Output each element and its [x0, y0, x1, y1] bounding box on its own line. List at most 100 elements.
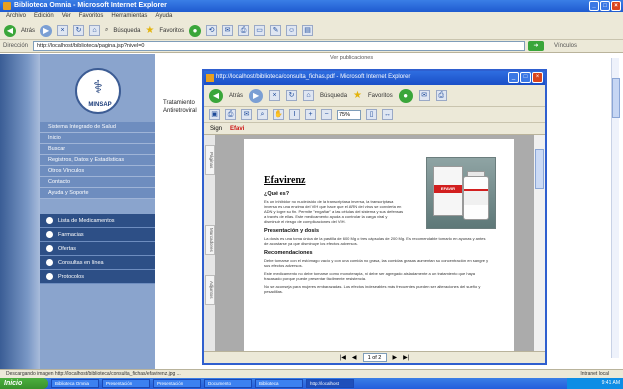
sidebar-item[interactable]: Protocolos	[40, 270, 155, 284]
favorites-star-icon[interactable]: ★	[353, 90, 362, 101]
zoom-out-icon[interactable]: −	[321, 109, 332, 120]
sidebar-link[interactable]: Otros Vínculos	[40, 166, 155, 177]
search-label[interactable]: Búsqueda	[113, 28, 140, 34]
fit-width-icon[interactable]: ↔	[382, 109, 393, 120]
fit-page-icon[interactable]: ▯	[366, 109, 377, 120]
back-label[interactable]: Atrás	[21, 28, 35, 34]
popup-maximize-button[interactable]: □	[520, 72, 531, 83]
back-label[interactable]: Atrás	[229, 93, 243, 99]
taskbar: Inicio Biblioteca Omnia Presentación Pre…	[0, 378, 623, 389]
first-page-icon[interactable]: |◀	[340, 354, 346, 361]
last-page-icon[interactable]: ▶|	[403, 354, 409, 361]
popup-close-button[interactable]: ×	[532, 72, 543, 83]
popup-toolbar: ◀ Atrás ▶ × ↻ ⌂ Búsqueda ★ Favoritos ● ✉…	[204, 85, 545, 107]
next-page-icon[interactable]: ▶	[393, 354, 398, 361]
hand-tool-icon[interactable]: ✋	[273, 109, 284, 120]
taskbar-item[interactable]: Biblioteca Omnia	[51, 379, 99, 388]
sidebar-item[interactable]: Ofertas	[40, 242, 155, 256]
minimize-button[interactable]: _	[589, 1, 599, 11]
status-bar: Descargando imagen http://localhost/bibl…	[0, 369, 623, 378]
print-icon[interactable]: ⎙	[225, 109, 236, 120]
taskbar-item[interactable]: http://localhost	[306, 379, 354, 388]
search-icon[interactable]: ⌕	[257, 109, 268, 120]
menu-item-tools[interactable]: Herramientas	[111, 13, 147, 22]
sidebar-link[interactable]: Contacto	[40, 177, 155, 188]
history-icon[interactable]: ⟲	[206, 25, 218, 36]
print-icon[interactable]: ⎙	[238, 25, 250, 36]
taskbar-item[interactable]: Biblioteca	[255, 379, 303, 388]
refresh-icon[interactable]: ↻	[286, 90, 298, 101]
taskbar-item[interactable]: Presentación	[153, 379, 201, 388]
page-scrollbar[interactable]	[611, 58, 620, 358]
page-indicator[interactable]: 1 of 2	[362, 353, 387, 362]
tab-pages[interactable]: Páginas	[205, 145, 215, 175]
popup-minimize-button[interactable]: _	[508, 72, 519, 83]
bullet-icon	[46, 259, 53, 266]
pdf-scrollbar[interactable]	[533, 135, 545, 351]
sidebar-item[interactable]: Consultas en línea	[40, 256, 155, 270]
bullet-icon	[46, 245, 53, 252]
zoom-in-icon[interactable]: +	[305, 109, 316, 120]
maximize-button[interactable]: □	[600, 1, 610, 11]
folder-icon[interactable]: ▭	[254, 25, 266, 36]
sidebar-link[interactable]: Buscar	[40, 144, 155, 155]
sidebar-item[interactable]: Farmacias	[40, 228, 155, 242]
scrollbar-thumb[interactable]	[612, 78, 620, 118]
sign-button[interactable]: Sign	[210, 126, 222, 132]
back-arrow-icon[interactable]: ◀	[209, 88, 223, 103]
favorites-label[interactable]: Favoritos	[159, 28, 184, 34]
right-panel	[558, 54, 623, 369]
taskbar-item[interactable]: Presentación	[102, 379, 150, 388]
stop-icon[interactable]: ×	[269, 90, 281, 101]
address-input[interactable]: http://localhost/biblioteca/pagina.jsp?n…	[33, 41, 525, 51]
forward-arrow-icon[interactable]: ▶	[249, 88, 264, 103]
go-button[interactable]: ➜	[528, 41, 544, 51]
sidebar-item-label: Lista de Medicamentos	[58, 217, 115, 224]
media-icon[interactable]: ●	[398, 88, 413, 103]
favorites-star-icon[interactable]: ★	[145, 25, 154, 36]
home-icon[interactable]: ⌂	[89, 25, 101, 36]
favorites-label[interactable]: Favoritos	[368, 93, 393, 99]
window-controls: _ □ ×	[589, 1, 621, 11]
edit-icon[interactable]: ✎	[270, 25, 282, 36]
menu-item-file[interactable]: Archivo	[6, 13, 26, 22]
research-icon[interactable]: ▤	[302, 25, 314, 36]
search-icon[interactable]: ⌕	[105, 27, 108, 34]
menu-item-edit[interactable]: Edición	[34, 13, 54, 22]
tab-bookmarks[interactable]: Marcadores	[205, 225, 215, 255]
media-icon[interactable]: ●	[189, 24, 202, 37]
print-icon[interactable]: ⎙	[435, 90, 447, 101]
highlight-button[interactable]: Efavi	[230, 126, 244, 132]
mail-icon[interactable]: ✉	[222, 25, 234, 36]
top-blurb[interactable]: Ver publicaciones	[330, 55, 373, 61]
menu-item-favorites[interactable]: Favoritos	[79, 13, 104, 22]
tab-attachments[interactable]: Adjuntos	[205, 275, 215, 305]
menu-item-view[interactable]: Ver	[62, 13, 71, 22]
email-icon[interactable]: ✉	[241, 109, 252, 120]
pdf-scrollbar-thumb[interactable]	[535, 149, 544, 189]
search-label[interactable]: Búsqueda	[320, 93, 347, 99]
close-button[interactable]: ×	[611, 1, 621, 11]
save-icon[interactable]: ▣	[209, 109, 220, 120]
sidebar-item-label: Consultas en línea	[58, 259, 104, 266]
forward-arrow-icon[interactable]: ▶	[40, 24, 53, 37]
menu-item-help[interactable]: Ayuda	[155, 13, 172, 22]
sidebar-link[interactable]: Inicio	[40, 133, 155, 144]
sidebar-link[interactable]: Registros, Datos y Estadísticas	[40, 155, 155, 166]
back-arrow-icon[interactable]: ◀	[4, 24, 16, 37]
taskbar-item[interactable]: Documento	[204, 379, 252, 388]
refresh-icon[interactable]: ↻	[73, 25, 85, 36]
messenger-icon[interactable]: ☺	[286, 25, 298, 36]
sidebar-item[interactable]: Lista de Medicamentos	[40, 214, 155, 228]
stop-icon[interactable]: ×	[57, 25, 69, 36]
site-sidebar: ⚕ MINSAP Sistema Integrado de Salud Inic…	[40, 54, 155, 369]
sidebar-link[interactable]: Sistema Integrado de Salud	[40, 122, 155, 133]
mail-icon[interactable]: ✉	[418, 90, 430, 101]
prev-page-icon[interactable]: ◀	[352, 354, 357, 361]
select-tool-icon[interactable]: I	[289, 109, 300, 120]
start-button[interactable]: Inicio	[0, 378, 48, 389]
home-icon[interactable]: ⌂	[303, 90, 315, 101]
sidebar-link[interactable]: Ayuda y Soporte	[40, 188, 155, 199]
links-label[interactable]: Vínculos	[554, 43, 577, 49]
zoom-select[interactable]: 75%	[337, 109, 361, 120]
